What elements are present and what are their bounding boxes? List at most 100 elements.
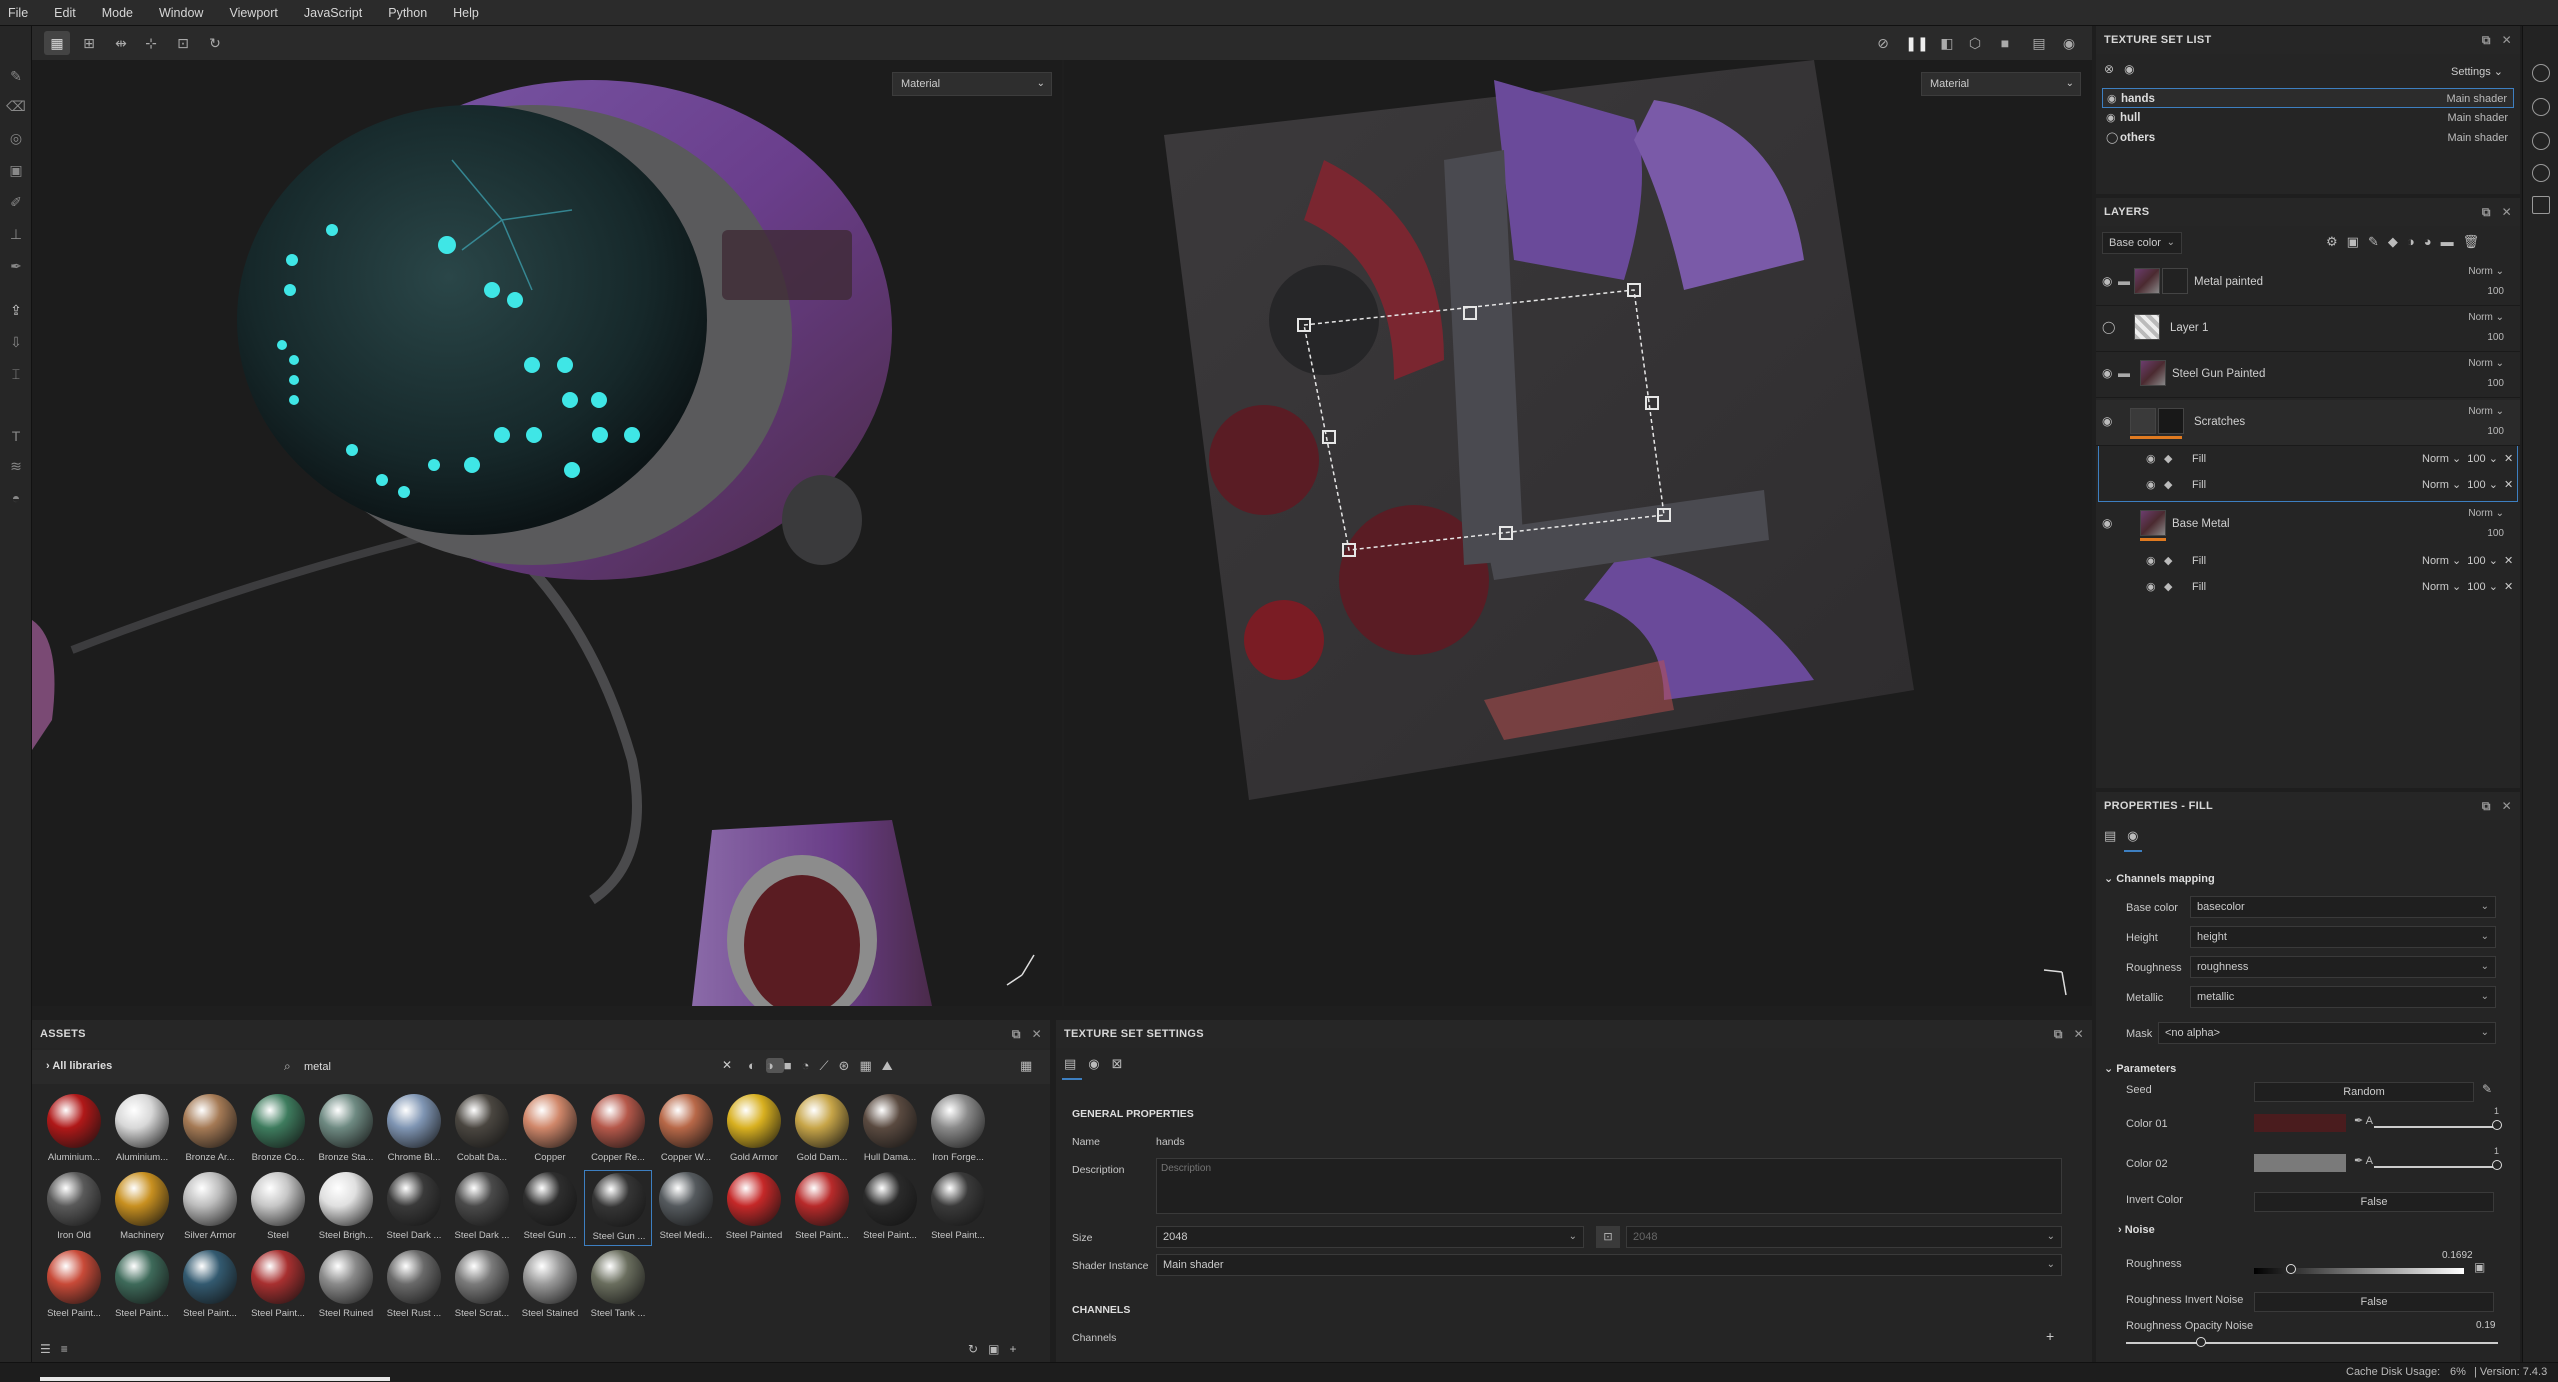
eye-icon[interactable]: ◉ <box>2106 108 2116 128</box>
metallic-mapping-select[interactable]: metallic ⌄ <box>2190 986 2496 1008</box>
render-mode-icon[interactable]: ◧ <box>1934 31 1960 55</box>
grid-view-icon[interactable]: ▦ <box>44 31 70 55</box>
material-tile[interactable]: Bronze Sta... <box>312 1092 380 1168</box>
add-icon[interactable]: + <box>1009 1342 1016 1356</box>
material-tile[interactable]: Steel Dark ... <box>380 1170 448 1246</box>
eye-icon[interactable]: ◉ <box>2102 366 2112 380</box>
menu-javascript[interactable]: JavaScript <box>304 6 362 20</box>
material-tile[interactable]: Steel Paint... <box>924 1170 992 1246</box>
eye-icon[interactable]: ◉ <box>2146 446 2156 472</box>
color02-swatch[interactable] <box>2254 1154 2346 1172</box>
preset-icon[interactable]: ▤ <box>2026 31 2052 55</box>
material-tile[interactable]: Steel Paint... <box>176 1248 244 1324</box>
material-tile[interactable]: Steel Rust ... <box>380 1248 448 1324</box>
material-tile[interactable]: Steel Paint... <box>40 1248 108 1324</box>
shader-settings-icon[interactable] <box>2532 98 2550 116</box>
paint-brush-icon[interactable]: ✎ <box>6 66 26 86</box>
material-tile[interactable]: Steel <box>244 1170 312 1246</box>
size-select[interactable]: 2048 ⌄ <box>1156 1226 1584 1248</box>
particle-filter-icon[interactable]: ⊛ <box>839 1058 860 1073</box>
add-fill-layer-icon[interactable]: ◆ <box>2388 234 2407 249</box>
fill-effect-row[interactable]: ◉ ◆ Fill Norm ⌄ 100 ⌄ ✕ <box>2096 472 2520 498</box>
material-tile[interactable]: Cobalt Da... <box>448 1092 516 1168</box>
description-field[interactable] <box>1156 1158 2062 1214</box>
material-tile[interactable]: Iron Forge... <box>924 1092 992 1168</box>
material-tile[interactable]: Steel Stained <box>516 1248 584 1324</box>
brush-filter-icon[interactable]: ⟋ <box>819 1058 838 1073</box>
viewport-channel-select-2d[interactable]: Material ⌄ <box>1921 72 2081 96</box>
eye-icon[interactable]: ◉ <box>2102 414 2112 428</box>
menu-viewport[interactable]: Viewport <box>229 6 277 20</box>
float-icon[interactable]: ⧉ <box>2482 799 2491 813</box>
eye-icon[interactable]: ◯ <box>2102 320 2115 334</box>
height-mapping-select[interactable]: height ⌄ <box>2190 926 2496 948</box>
material-tile[interactable]: Hull Dama... <box>856 1092 924 1168</box>
lock-icon[interactable]: ⊡ <box>1596 1226 1620 1248</box>
add-paint-layer-icon[interactable]: ✎ <box>2368 234 2388 249</box>
material-tile[interactable]: Aluminium... <box>108 1092 176 1168</box>
material-tile[interactable]: Silver Armor <box>176 1170 244 1246</box>
clear-search-icon[interactable]: ✕ <box>722 1058 732 1072</box>
alpha-slider-handle[interactable] <box>2492 1160 2502 1170</box>
color-picker-icon[interactable]: ✒ <box>6 256 26 276</box>
layer-1[interactable]: ◯ Layer 1 Norm ⌄ 100 <box>2096 306 2520 352</box>
hide-icon[interactable]: ⊘ <box>1870 31 1896 55</box>
grid-view-icon[interactable]: ▦ <box>1020 1058 1032 1074</box>
material-tool-icon[interactable]: ◓ <box>6 488 26 508</box>
material-tile[interactable]: Steel Ruined <box>312 1248 380 1324</box>
camera-icon[interactable]: ■ <box>1992 31 2018 55</box>
sphere-tab-icon[interactable]: ◉ <box>1088 1056 1111 1071</box>
viewport-channel-select[interactable]: Material ⌄ <box>892 72 1052 96</box>
polygon-fill-icon[interactable]: ⇪ <box>6 300 26 320</box>
base-color-mapping-select[interactable]: basecolor ⌄ <box>2190 896 2496 918</box>
layer-blend[interactable]: Norm ⌄ 100 <box>2468 262 2504 302</box>
grid-options-icon[interactable]: ⊞ <box>76 31 102 55</box>
layer-blend[interactable]: Norm ⌄ 100 <box>2468 354 2504 394</box>
roughness-invert-toggle[interactable]: False <box>2254 1292 2494 1312</box>
uv-tab-icon[interactable]: ⊠ <box>1112 1056 1135 1071</box>
eraser-icon[interactable]: ⌫ <box>6 96 26 116</box>
layer-blend[interactable]: Norm ⌄ 100 <box>2468 504 2504 544</box>
alpha-slider[interactable] <box>2374 1166 2496 1168</box>
float-icon[interactable]: ⧉ <box>1012 1027 1021 1041</box>
display-settings-icon[interactable] <box>2532 64 2550 82</box>
library-select[interactable]: › All libraries <box>46 1060 112 1072</box>
color01-swatch[interactable] <box>2254 1114 2346 1132</box>
material-tile[interactable]: Machinery <box>108 1170 176 1246</box>
add-smart-material-icon[interactable]: ◑ <box>2407 234 2424 249</box>
eye-icon[interactable]: ◉ <box>2146 472 2156 498</box>
edit-icon[interactable]: ✎ <box>2482 1082 2492 1096</box>
material-tile[interactable]: Steel Paint... <box>856 1170 924 1246</box>
settings-dropdown[interactable]: Settings ⌄ <box>2442 62 2512 82</box>
float-icon[interactable]: ⧉ <box>2482 205 2491 219</box>
add-folder-icon[interactable]: ▬ <box>2441 234 2463 249</box>
cube-view-icon[interactable]: ⬡ <box>1962 31 1988 55</box>
material-tile[interactable]: Iron Old <box>40 1170 108 1246</box>
delete-layer-icon[interactable]: 🗑 <box>2463 234 2489 249</box>
menu-file[interactable]: File <box>8 6 28 20</box>
material-tile[interactable]: Gold Armor <box>720 1092 788 1168</box>
geometry-mask-icon[interactable]: ▣ <box>6 160 26 180</box>
log-icon[interactable] <box>2532 196 2550 214</box>
roughness-opacity-slider[interactable] <box>2126 1342 2498 1344</box>
menu-mode[interactable]: Mode <box>102 6 133 20</box>
procedural-filter-icon[interactable]: ◔ <box>802 1058 820 1073</box>
layer-metal-painted[interactable]: ◉ ▬ Metal painted Norm ⌄ 100 <box>2096 260 2520 306</box>
add-channel-icon[interactable]: + <box>2046 1328 2054 1344</box>
material-tile[interactable]: Steel Brigh... <box>312 1170 380 1246</box>
layer-blend[interactable]: Norm ⌄ 100 <box>2468 308 2504 348</box>
refresh-icon[interactable]: ↻ <box>968 1342 978 1356</box>
history-panel-icon[interactable] <box>2532 164 2550 182</box>
environment-filter-icon[interactable]: ⛰ <box>882 1058 903 1073</box>
material-tile[interactable]: Steel Dark ... <box>448 1170 516 1246</box>
close-icon[interactable]: ✕ <box>1032 1027 1042 1041</box>
material-tile[interactable]: Steel Paint... <box>108 1248 176 1324</box>
material-tile[interactable]: Steel Medi... <box>652 1170 720 1246</box>
layer-scratches[interactable]: ◉ Scratches Norm ⌄ 100 <box>2096 400 2520 446</box>
screenshot-icon[interactable]: ◉ <box>2056 31 2082 55</box>
material-tile[interactable]: Steel Gun ... <box>584 1170 652 1246</box>
channels-mapping-header[interactable]: ⌄ Channels mapping <box>2104 872 2215 885</box>
material-tile[interactable]: Copper <box>516 1092 584 1168</box>
parameters-header[interactable]: ⌄ Parameters <box>2104 1062 2176 1075</box>
mask-select[interactable]: <no alpha> ⌄ <box>2158 1022 2496 1044</box>
